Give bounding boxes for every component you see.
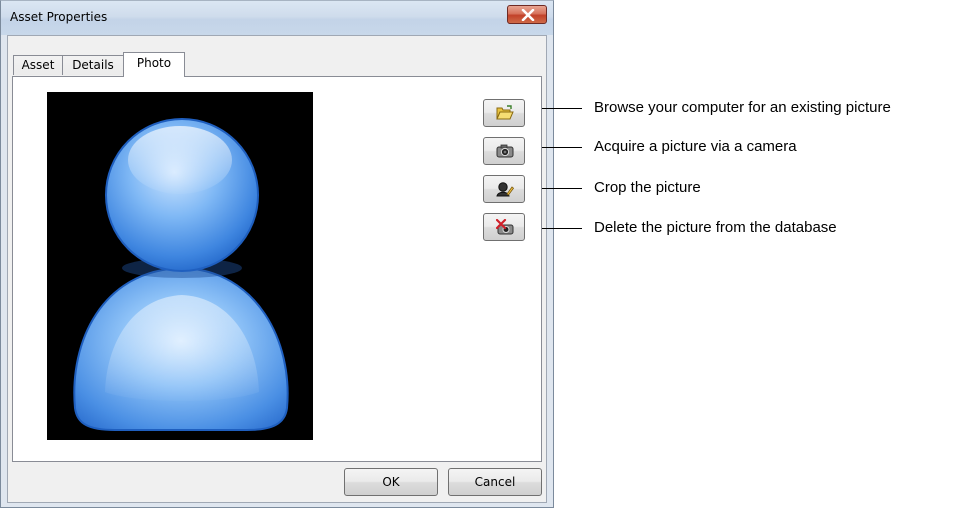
tab-asset[interactable]: Asset [13,55,63,75]
window-title: Asset Properties [10,10,108,24]
callout-browse: Browse your computer for an existing pic… [594,99,891,116]
title-bar[interactable]: Asset Properties [1,1,553,35]
tab-details[interactable]: Details [62,55,124,75]
user-silhouette-icon [73,118,289,431]
tab-photo[interactable]: Photo [123,52,185,77]
acquire-camera-button[interactable] [483,137,525,165]
page: Asset Properties Asset Details Photo OK … [0,0,958,508]
callout-crop: Crop the picture [594,179,701,196]
callout-delete: Delete the picture from the database [594,219,837,236]
close-button[interactable] [507,5,547,24]
cancel-button[interactable]: Cancel [448,468,542,496]
close-icon [521,9,535,21]
camera-icon [496,144,514,158]
dialog-client-area: Asset Details Photo OK Cancel [7,35,547,503]
delete-photo-icon [496,219,514,235]
callout-camera: Acquire a picture via a camera [594,138,797,155]
folder-open-icon [496,105,514,120]
photo-tab-panel [12,76,542,462]
asset-properties-dialog: Asset Properties Asset Details Photo OK … [0,0,554,508]
ok-button[interactable]: OK [344,468,438,496]
crop-icon [496,182,514,197]
crop-picture-button[interactable] [483,175,525,203]
delete-picture-button[interactable] [483,213,525,241]
browse-picture-button[interactable] [483,99,525,127]
asset-photo [47,92,313,440]
